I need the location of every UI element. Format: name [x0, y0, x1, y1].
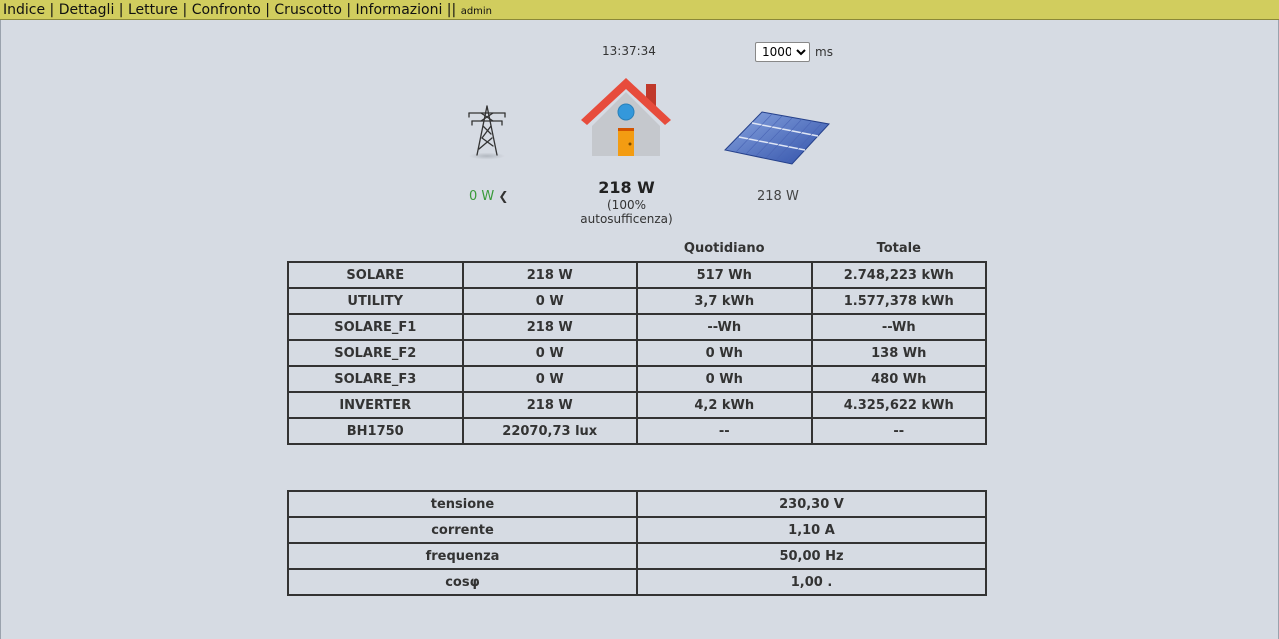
row-total: 1.577,378 kWh	[810, 287, 987, 315]
table-row: SOLARE_F3 0 W 0 Wh 480 Wh	[287, 365, 987, 393]
row-total: --	[810, 417, 987, 445]
row-label: frequenza	[287, 542, 638, 570]
refresh-unit: ms	[815, 45, 833, 59]
row-power: 218 W	[461, 261, 638, 289]
row-label: cosφ	[287, 568, 638, 596]
header-daily: Quotidiano	[683, 240, 765, 256]
home-power-readout: 218 W (100% autosufficenza)	[560, 178, 693, 226]
row-power: 0 W	[461, 287, 638, 315]
table-row: corrente 1,10 A	[287, 516, 987, 544]
row-label: SOLARE_F3	[287, 365, 464, 393]
refresh-interval-select[interactable]: 1000	[755, 42, 810, 62]
row-label: SOLARE_F2	[287, 339, 464, 367]
row-daily: 0 Wh	[636, 365, 813, 393]
header-cell	[288, 235, 463, 262]
table-row: frequenza 50,00 Hz	[287, 542, 987, 570]
arrow-left-icon: ❮	[498, 189, 509, 203]
refresh-control: 1000 ms	[755, 42, 833, 62]
header-cell	[463, 235, 638, 262]
row-power: 22070,73 lux	[461, 417, 638, 445]
row-label: corrente	[287, 516, 638, 544]
nav-separator: |	[118, 2, 124, 18]
self-sufficiency-label: (100% autosufficenza)	[580, 198, 673, 226]
nav-separator: |	[265, 2, 270, 18]
row-value: 1,10 A	[636, 516, 987, 544]
table-row: SOLARE_F2 0 W 0 Wh 138 Wh	[287, 339, 987, 367]
grid-power-readout: 0 W ❮	[469, 189, 508, 204]
power-pylon-icon	[468, 105, 506, 160]
row-value: 1,00 .	[636, 568, 987, 596]
row-label: UTILITY	[287, 287, 464, 315]
table-header-row: Quotidiano Totale	[288, 235, 986, 262]
row-power: 0 W	[461, 339, 638, 367]
clock: 13:37:34	[602, 44, 656, 58]
nav-user[interactable]: admin	[461, 6, 492, 17]
row-total: --Wh	[810, 313, 987, 341]
house-icon	[581, 78, 671, 156]
row-total: 2.748,223 kWh	[810, 261, 987, 289]
table-row: UTILITY 0 W 3,7 kWh 1.577,378 kWh	[287, 287, 987, 315]
row-daily: 517 Wh	[636, 261, 813, 289]
row-total: 480 Wh	[810, 365, 987, 393]
nav-dettagli[interactable]: Dettagli	[59, 2, 115, 18]
row-power: 218 W	[461, 391, 638, 419]
nav-indice[interactable]: Indice	[3, 2, 45, 18]
nav-confronto[interactable]: Confronto	[192, 2, 261, 18]
nav-informazioni[interactable]: Informazioni	[356, 2, 443, 18]
nav-separator: |	[182, 2, 188, 18]
nav-letture[interactable]: Letture	[128, 2, 178, 18]
row-daily: 4,2 kWh	[636, 391, 813, 419]
row-daily: --Wh	[636, 313, 813, 341]
table-row: cosφ 1,00 .	[287, 568, 987, 596]
row-label: SOLARE_F1	[287, 313, 464, 341]
home-power-value: 218 W	[598, 178, 655, 197]
table-row: tensione 230,30 V	[287, 490, 987, 518]
row-total: 138 Wh	[810, 339, 987, 367]
row-value: 50,00 Hz	[636, 542, 987, 570]
header-total: Totale	[876, 240, 921, 256]
solar-power-value: 218 W	[757, 189, 799, 204]
row-daily: 0 Wh	[636, 339, 813, 367]
nav-separator: |	[346, 2, 352, 18]
row-total: 4.325,622 kWh	[810, 391, 987, 419]
table-row: SOLARE_F1 218 W --Wh --Wh	[287, 313, 987, 341]
energy-table: Quotidiano Totale SOLARE 218 W 517 Wh 2.…	[287, 235, 987, 445]
row-label: BH1750	[287, 417, 464, 445]
top-nav: Indice | Dettagli | Letture | Confronto …	[0, 0, 1279, 20]
row-value: 230,30 V	[636, 490, 987, 518]
row-power: 218 W	[461, 313, 638, 341]
table-row: BH1750 22070,73 lux -- --	[287, 417, 987, 445]
row-power: 0 W	[461, 365, 638, 393]
table-row: SOLARE 218 W 517 Wh 2.748,223 kWh	[287, 261, 987, 289]
row-label: tensione	[287, 490, 638, 518]
nav-separator: |	[49, 2, 55, 18]
row-label: SOLARE	[287, 261, 464, 289]
solar-panel-icon	[724, 111, 830, 165]
row-daily: --	[636, 417, 813, 445]
row-daily: 3,7 kWh	[636, 287, 813, 315]
row-label: INVERTER	[287, 391, 464, 419]
grid-power-value: 0 W	[469, 189, 495, 204]
table-row: INVERTER 218 W 4,2 kWh 4.325,622 kWh	[287, 391, 987, 419]
nav-cruscotto[interactable]: Cruscotto	[274, 2, 342, 18]
nav-double-separator: ||	[446, 2, 457, 18]
electrical-table: tensione 230,30 V corrente 1,10 A freque…	[287, 490, 987, 596]
